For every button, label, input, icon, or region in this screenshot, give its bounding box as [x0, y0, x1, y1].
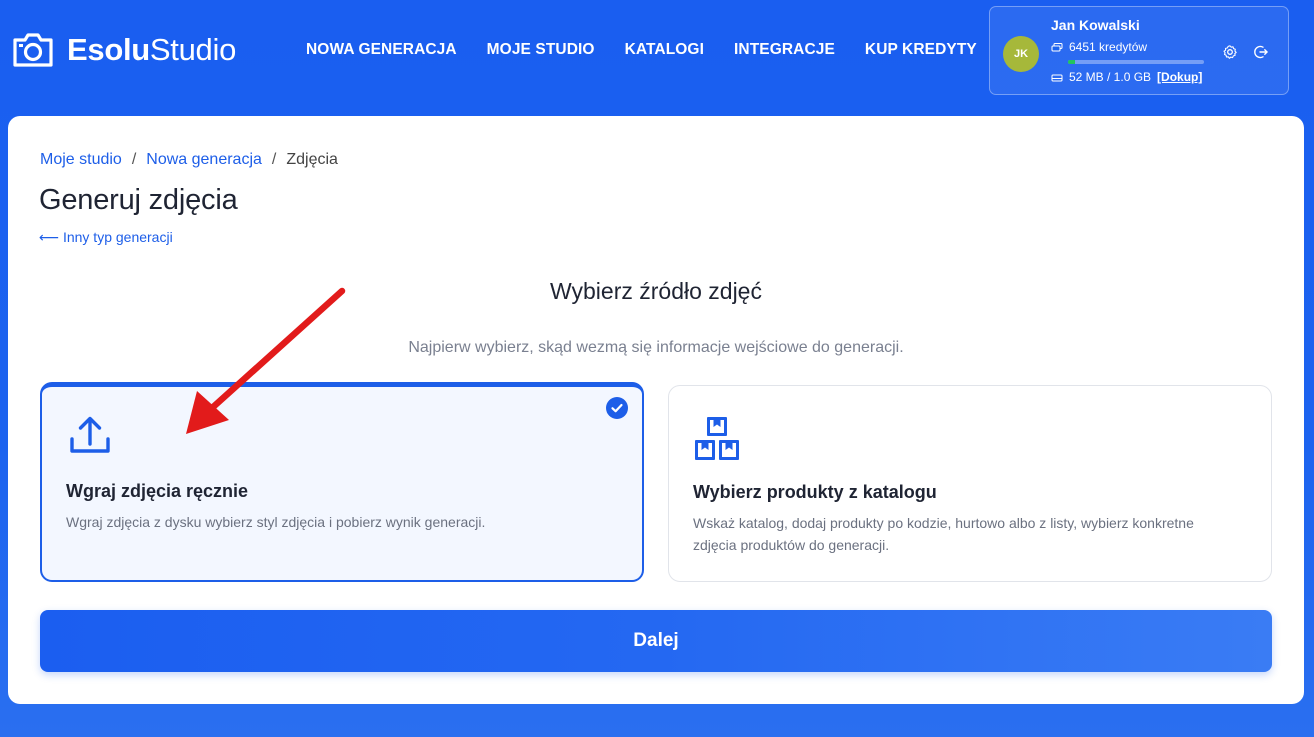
- option-upload-manually[interactable]: Wgraj zdjęcia ręcznie Wgraj zdjęcia z dy…: [40, 382, 644, 582]
- storage-progress: [1068, 60, 1204, 64]
- breadcrumb-my-studio[interactable]: Moje studio: [40, 151, 122, 169]
- option-description: Wskaż katalog, dodaj produkty po kodzie,…: [693, 515, 1194, 553]
- page-title: Generuj zdjęcia: [39, 184, 238, 216]
- logo[interactable]: EsoluStudio: [12, 30, 236, 70]
- logout-icon[interactable]: [1253, 44, 1269, 60]
- nav-my-studio[interactable]: MOJE STUDIO: [487, 40, 595, 60]
- user-card: JK Jan Kowalski 6451 kredytów 52 MB / 1.…: [989, 6, 1289, 95]
- logo-text: EsoluStudio: [67, 32, 237, 67]
- option-title: Wgraj zdjęcia ręcznie: [66, 481, 249, 501]
- breadcrumb: Moje studio / Nowa generacja / Zdjęcia: [40, 151, 338, 169]
- avatar[interactable]: JK: [1003, 36, 1039, 72]
- credits-text: 6451 kredytów: [1069, 40, 1148, 54]
- storage-row: 52 MB / 1.0 GB [Dokup]: [1051, 70, 1202, 84]
- nav-buy-credits[interactable]: KUP KREDYTY: [865, 40, 977, 60]
- section-title: Wybierz źródło zdjęć: [550, 278, 762, 304]
- option-description: Wgraj zdjęcia z dysku wybierz styl zdjęc…: [66, 514, 486, 530]
- breadcrumb-separator: /: [271, 151, 277, 168]
- user-name: Jan Kowalski: [1051, 17, 1140, 33]
- check-icon: [606, 397, 628, 419]
- breadcrumb-separator: /: [131, 151, 137, 168]
- next-button[interactable]: Dalej: [40, 610, 1272, 672]
- nav-new-generation[interactable]: NOWA GENERACJA: [306, 40, 457, 60]
- option-title: Wybierz produkty z katalogu: [693, 482, 937, 502]
- main-card: Moje studio / Nowa generacja / Zdjęcia G…: [8, 116, 1304, 704]
- back-link[interactable]: ⟵ Inny typ generacji: [39, 229, 173, 246]
- stack-icon: [1051, 42, 1063, 52]
- upload-icon: [68, 413, 112, 462]
- breadcrumb-new-generation[interactable]: Nowa generacja: [146, 151, 262, 169]
- camera-icon: [12, 32, 54, 68]
- nav-integrations[interactable]: INTEGRACJE: [734, 40, 835, 60]
- hard-drive-icon: [1051, 72, 1063, 82]
- settings-icon[interactable]: [1222, 44, 1238, 60]
- main-nav: NOWA GENERACJA MOJE STUDIO KATALOGI INTE…: [306, 40, 1007, 60]
- top-header: EsoluStudio NOWA GENERACJA MOJE STUDIO K…: [0, 0, 1314, 104]
- storage-text: 52 MB / 1.0 GB: [1069, 70, 1152, 84]
- storage-progress-fill: [1068, 60, 1075, 64]
- breadcrumb-current: Zdjęcia: [286, 151, 338, 168]
- option-catalog-products[interactable]: Wybierz produkty z katalogu Wskaż katalo…: [668, 385, 1272, 582]
- topup-link[interactable]: [Dokup]: [1157, 70, 1202, 84]
- credits-row: 6451 kredytów: [1051, 40, 1147, 54]
- section-subtitle: Najpierw wybierz, skąd wezmą się informa…: [408, 339, 904, 356]
- boxes-icon: [694, 416, 742, 467]
- nav-catalogs[interactable]: KATALOGI: [625, 40, 704, 60]
